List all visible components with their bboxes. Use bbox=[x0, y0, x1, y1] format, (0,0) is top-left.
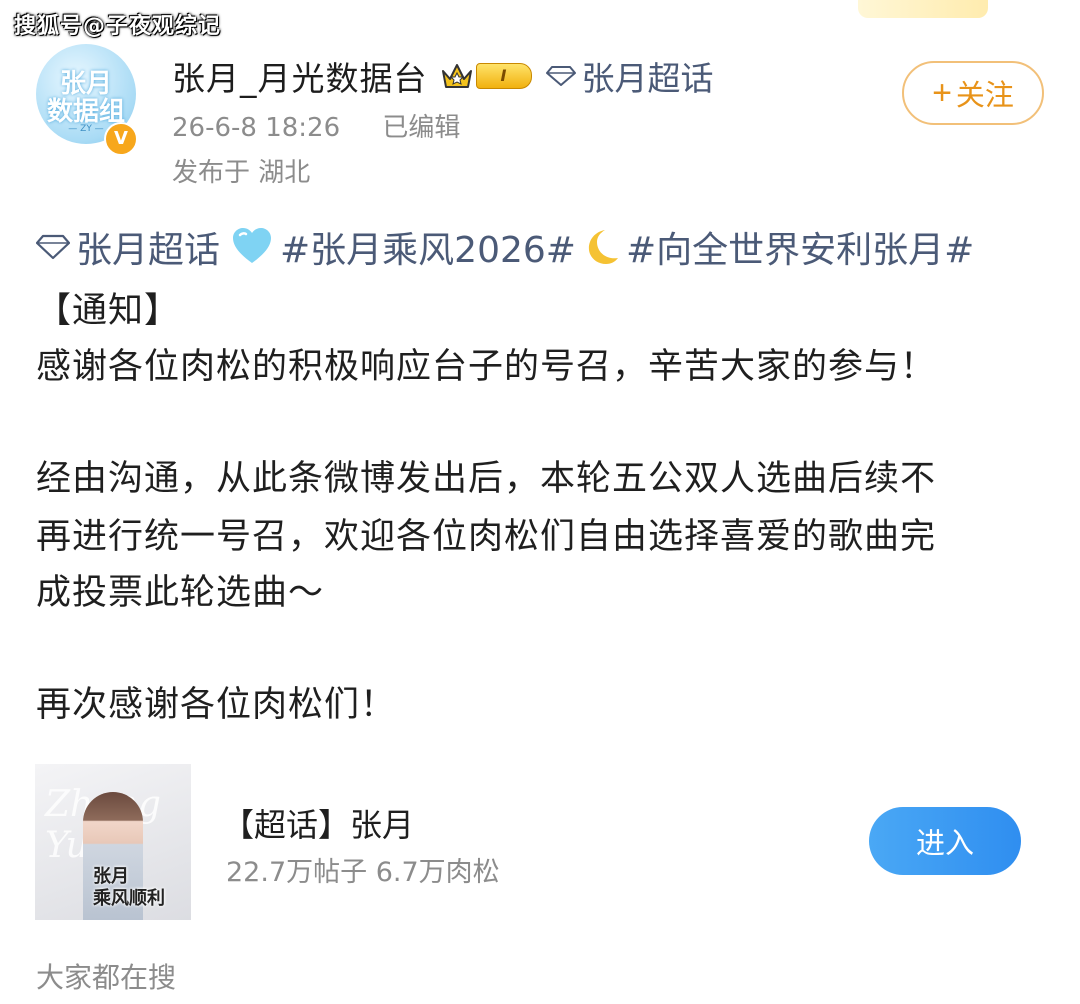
edited-label[interactable]: 已编辑 bbox=[382, 113, 460, 143]
level-badge: I bbox=[475, 63, 532, 89]
post-meta: 26-6-8 18:26 已编辑 bbox=[172, 107, 460, 144]
supertopic-diamond-icon bbox=[36, 234, 70, 260]
post-paragraph: 经由沟通，从此条微博发出后，本轮五公双人选曲后续不 bbox=[36, 459, 937, 499]
post-paragraph: 感谢各位肉松的积极响应台子的号召，辛苦大家的参与！ bbox=[36, 347, 937, 387]
verified-badge-icon: V bbox=[104, 122, 138, 156]
hashtag-chengfeng[interactable]: #张月乘风2026# bbox=[280, 221, 576, 273]
username[interactable]: 张月_月光数据台 bbox=[172, 52, 428, 100]
follow-label: 关注 bbox=[955, 80, 1014, 112]
name-row: 张月_月光数据台 I 张月超话 bbox=[172, 54, 714, 98]
top-badge-decoration bbox=[858, 0, 988, 18]
supertopic-card-title[interactable]: 【超话】张月 bbox=[222, 800, 414, 846]
crescent-moon-icon bbox=[588, 230, 618, 264]
follow-button[interactable]: + 关注 bbox=[902, 61, 1044, 125]
plus-icon: + bbox=[932, 73, 952, 112]
post-paragraph: 再进行统一号召，欢迎各位肉松们自由选择喜爱的歌曲完 bbox=[36, 517, 937, 557]
crown-icon bbox=[441, 64, 472, 88]
post-location: 发布于 湖北 bbox=[172, 158, 311, 188]
post-paragraph: 再次感谢各位肉松们！ bbox=[36, 685, 397, 725]
trending-search-heading: 大家都在搜 bbox=[36, 961, 177, 994]
light-blue-heart-icon bbox=[233, 228, 272, 263]
notice-heading: 【通知】 bbox=[36, 291, 181, 331]
avatar-text: 张月 数据组 bbox=[46, 69, 125, 127]
post-timestamp: 26-6-8 18:26 bbox=[172, 113, 341, 143]
supertopic-diamond-icon bbox=[545, 66, 576, 86]
supertopic-tag[interactable]: 张月超话 bbox=[76, 221, 220, 273]
supertopic-cover-image[interactable]: Zhang Yue 张月 乘风顺利 bbox=[35, 764, 191, 920]
hashtag-line: 张月超话 #张月乘风2026# #向全世界安利张月# bbox=[36, 222, 974, 272]
hashtag-recommend[interactable]: #向全世界安利张月# bbox=[626, 221, 974, 273]
cover-title: 张月 乘风顺利 bbox=[93, 866, 165, 909]
post-paragraph: 成投票此轮选曲～ bbox=[36, 573, 325, 613]
watermark-text: 搜狐号@子夜观综记 bbox=[14, 14, 222, 39]
enter-supertopic-button[interactable]: 进入 bbox=[869, 807, 1021, 875]
supertopic-card-stats: 22.7万帖子 6.7万肉松 bbox=[226, 857, 500, 888]
supertopic-link[interactable]: 张月超话 bbox=[582, 52, 714, 100]
